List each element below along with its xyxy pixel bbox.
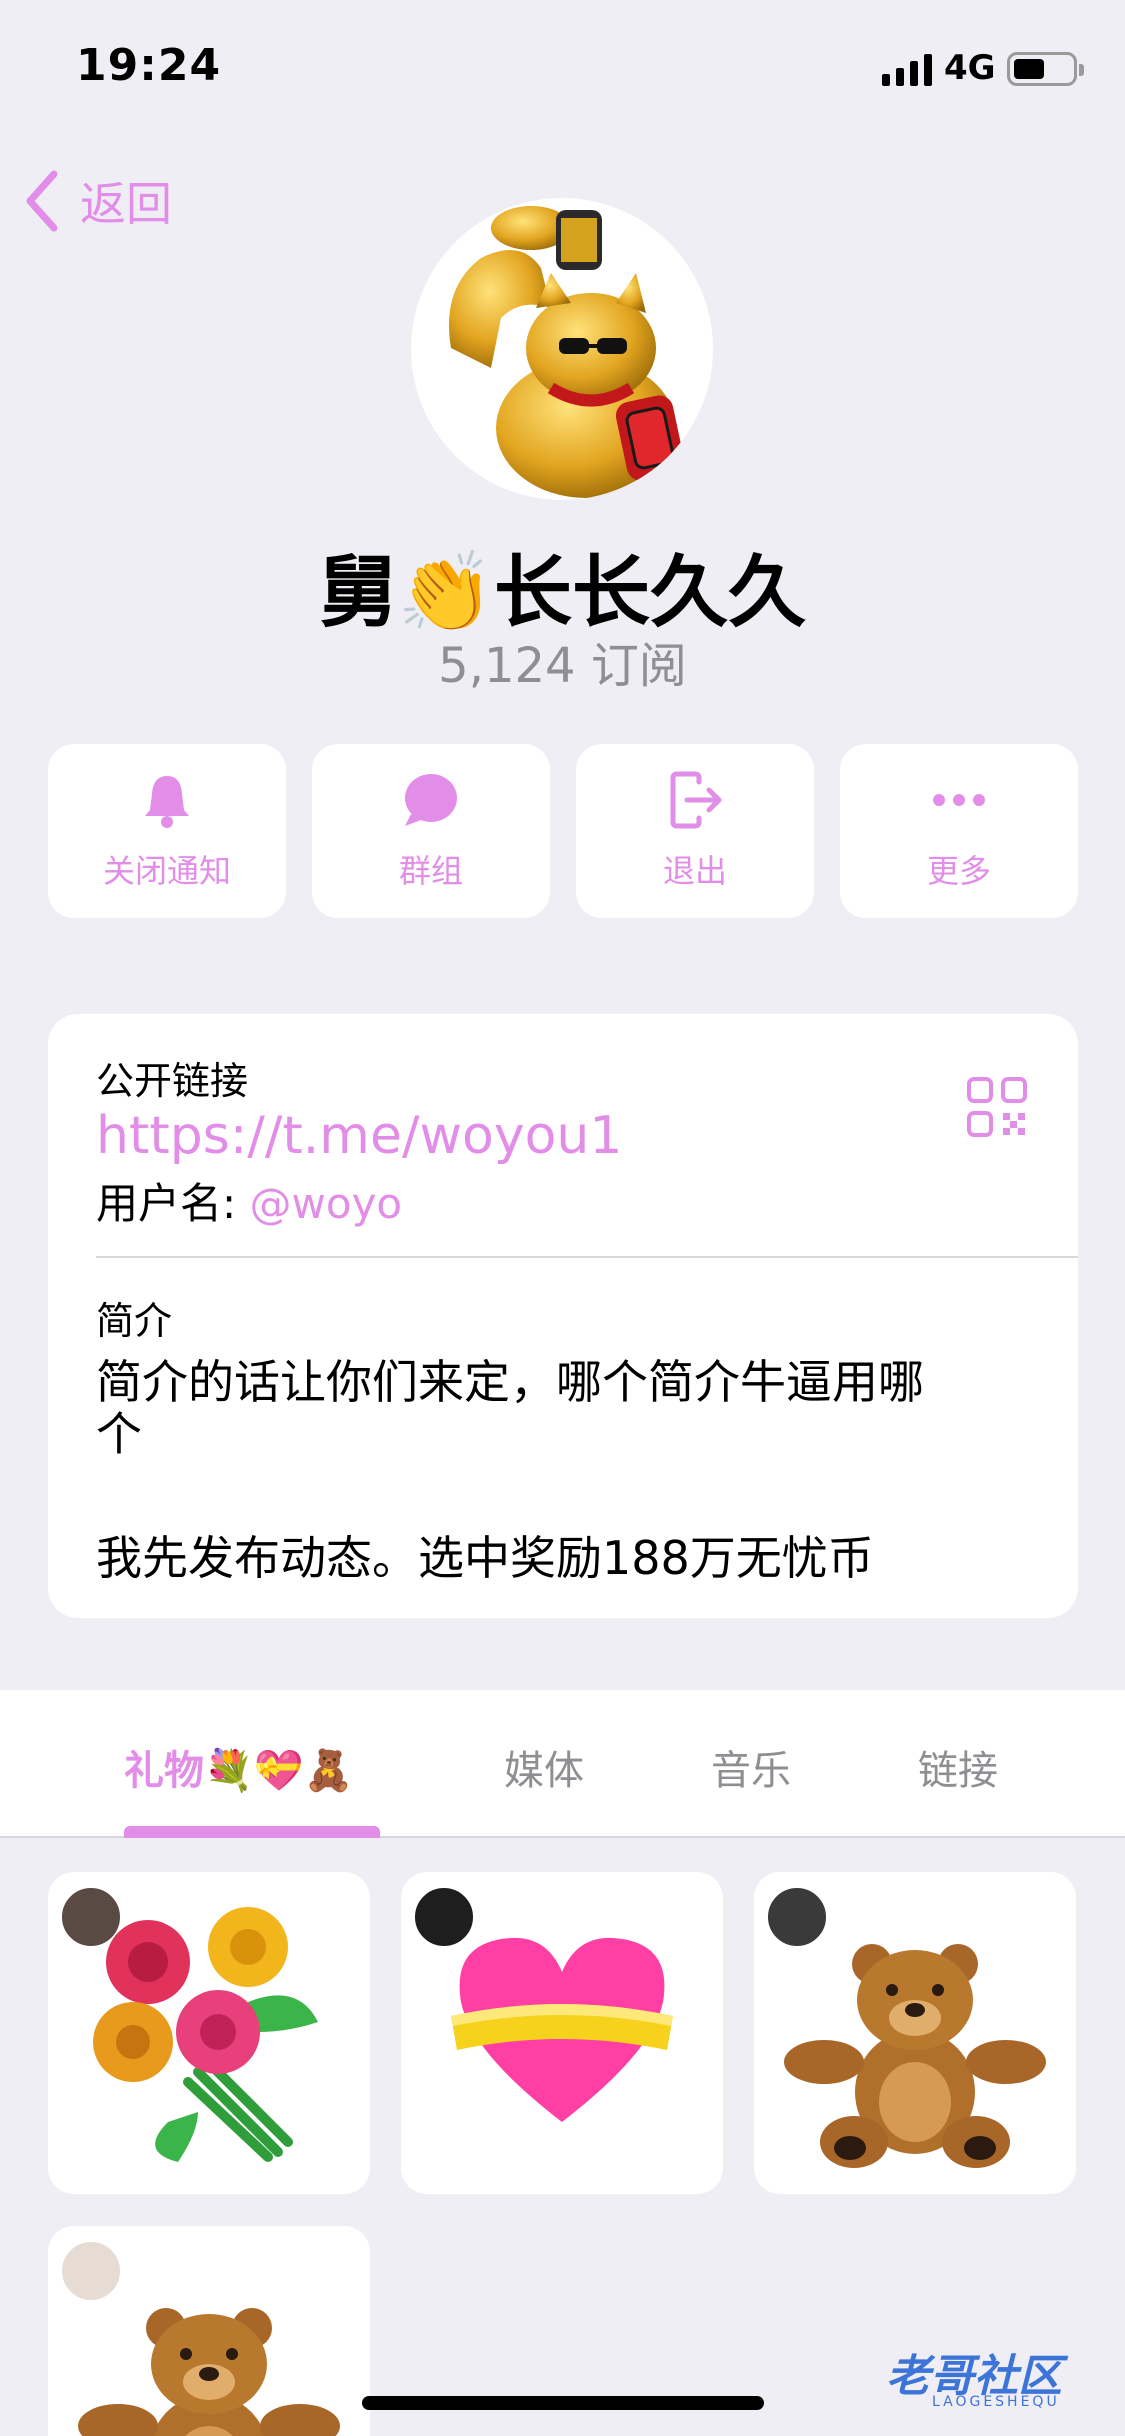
status-time: 19:24 — [76, 40, 222, 91]
tab-music[interactable]: 音乐 — [711, 1738, 791, 1796]
sender-avatar — [766, 1886, 828, 1948]
back-button[interactable]: 返回 — [22, 166, 172, 236]
watermark-logo: 老哥社区 LAOGESHEQU — [886, 2340, 1116, 2416]
teddy-bear-icon — [78, 2308, 340, 2436]
leave-icon — [670, 771, 722, 829]
username-link[interactable]: @woyo — [250, 1179, 403, 1228]
bouquet-icon — [93, 1907, 318, 2162]
tab-media[interactable]: 媒体 — [504, 1738, 584, 1796]
leave-label: 退出 — [662, 852, 727, 890]
more-label: 更多 — [926, 852, 991, 890]
subscriber-count: 5,124 订阅 — [438, 638, 687, 694]
sender-avatar — [60, 2240, 122, 2302]
channel-avatar[interactable] — [411, 198, 713, 500]
more-button[interactable]: 更多 — [840, 744, 1078, 918]
gift-bouquet[interactable] — [48, 1872, 370, 2194]
signal-icon — [882, 52, 934, 86]
qr-code-icon[interactable] — [966, 1076, 1028, 1138]
tab-links[interactable]: 链接 — [918, 1738, 998, 1796]
status-bar: 19:24 4G — [0, 0, 1125, 130]
gift-teddy-bear[interactable] — [48, 2226, 370, 2436]
network-type: 4G — [944, 48, 996, 88]
battery-icon — [1007, 52, 1084, 86]
public-link[interactable]: https://t.me/woyou1 — [96, 1106, 622, 1166]
heart-icon — [451, 1937, 673, 2122]
gift-heart[interactable] — [401, 1872, 723, 2194]
group-label: 群组 — [398, 852, 463, 890]
active-tab-indicator — [124, 1826, 380, 1838]
media-tabs: 礼物💐💝🧸 媒体 音乐 链接 — [0, 1690, 1125, 1838]
lucky-cat-icon — [449, 206, 685, 498]
username-label: 用户名: — [96, 1179, 250, 1228]
group-button[interactable]: 群组 — [312, 744, 550, 918]
bio-line: 个 — [96, 1407, 142, 1461]
bio-line: 我先发布动态。选中奖励188万无忧币 — [96, 1531, 874, 1585]
username-row: 用户名: @woyo — [96, 1170, 402, 1231]
home-indicator[interactable] — [362, 2396, 764, 2410]
action-bar: 关闭通知 群组 退出 更多 — [48, 744, 1078, 918]
gift-teddy-bear[interactable] — [754, 1872, 1076, 2194]
more-icon — [933, 794, 985, 806]
tab-gifts[interactable]: 礼物💐💝🧸 — [124, 1738, 353, 1796]
channel-info-card: 公开链接 https://t.me/woyou1 用户名: @woyo 简介 简… — [48, 1014, 1078, 1618]
mute-button[interactable]: 关闭通知 — [48, 744, 286, 918]
back-label: 返回 — [80, 177, 172, 231]
bio-line: 简介的话让你们来定，哪个简介牛逼用哪 — [96, 1355, 924, 1409]
bio-title: 简介 — [96, 1299, 173, 1343]
bell-icon — [145, 776, 189, 828]
public-link-title: 公开链接 — [96, 1059, 249, 1103]
watermark-subtext: LAOGESHEQU — [932, 2394, 1060, 2410]
divider — [96, 1256, 1078, 1258]
chevron-left-icon — [26, 170, 58, 232]
teddy-bear-icon — [784, 1944, 1046, 2168]
leave-button[interactable]: 退出 — [576, 744, 814, 918]
chat-bubble-icon — [405, 774, 457, 826]
mute-label: 关闭通知 — [102, 852, 231, 890]
